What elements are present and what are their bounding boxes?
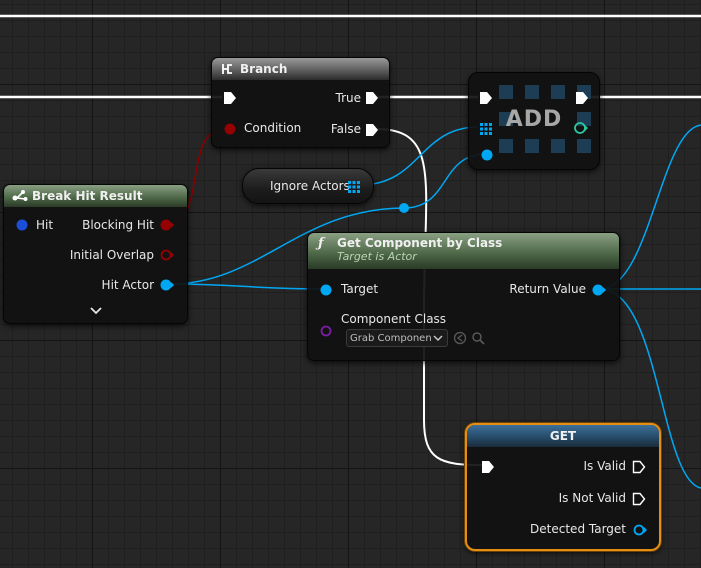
obj-wire-hitactor-target (169, 283, 327, 290)
detected-target-label: Detected Target (530, 522, 626, 536)
get-component-header: ƒ Get Component by Class Target is Actor (308, 233, 619, 269)
component-class-label: Component Class (341, 312, 447, 326)
blocking-hit-label: Blocking Hit (82, 218, 154, 232)
add-array-pin[interactable] (479, 121, 493, 135)
branch-exec-in-pin[interactable] (223, 91, 237, 105)
component-class-pin[interactable] (319, 324, 333, 338)
detected-target-pin[interactable] (632, 523, 648, 537)
expand-chevron-down-icon[interactable] (89, 306, 103, 316)
initial-overlap-pin[interactable] (159, 248, 175, 262)
get-component-subtitle: Target is Actor (337, 250, 417, 263)
break-hit-result-title: Break Hit Result (32, 189, 143, 203)
ignore-actors-array-pin[interactable] (347, 179, 361, 193)
initial-overlap-label: Initial Overlap (69, 248, 154, 262)
branch-icon (222, 64, 232, 74)
add-index-out-pin[interactable] (573, 121, 589, 135)
hit-actor-pin[interactable] (159, 278, 175, 292)
get-header: GET (467, 425, 659, 447)
dropdown-chevron-icon (433, 335, 443, 342)
branch-node[interactable]: Branch Condition True False (211, 57, 390, 148)
blocking-hit-pin[interactable] (159, 218, 175, 232)
break-struct-icon (12, 190, 28, 201)
branch-condition-label: Condition (244, 121, 302, 135)
add-item-pin[interactable] (480, 148, 494, 162)
branch-title: Branch (240, 62, 288, 76)
break-hit-result-node[interactable]: Break Hit Result Hit Blocking Hit Initia… (3, 184, 188, 324)
break-hit-result-header: Break Hit Result (4, 185, 187, 207)
get-title: GET (549, 429, 577, 443)
return-value-pin[interactable] (591, 283, 607, 297)
branch-condition-pin[interactable] (223, 122, 237, 136)
browse-search-icon[interactable] (471, 331, 485, 345)
branch-false-label: False (330, 122, 361, 136)
get-component-title: Get Component by Class (337, 236, 503, 250)
branch-false-pin[interactable] (365, 123, 379, 137)
is-not-valid-label: Is Not Valid (558, 491, 626, 505)
get-component-target-pin[interactable] (319, 283, 333, 297)
get-node[interactable]: GET Is Valid Is Not Valid Detected Targe… (465, 423, 661, 551)
branch-true-pin[interactable] (365, 91, 379, 105)
break-hit-in-label: Hit (36, 218, 54, 232)
branch-true-label: True (335, 91, 362, 105)
reroute-node[interactable] (399, 203, 409, 213)
ignore-actors-label: Ignore Actors (270, 179, 350, 193)
add-node[interactable]: ADD (468, 72, 600, 170)
add-exec-out-pin[interactable] (575, 91, 589, 105)
is-valid-label: Is Valid (583, 459, 626, 473)
branch-header: Branch (212, 58, 389, 80)
hit-actor-label: Hit Actor (101, 278, 154, 292)
add-exec-in-pin[interactable] (479, 91, 493, 105)
ignore-actors-node[interactable]: Ignore Actors (242, 168, 374, 204)
is-not-valid-pin[interactable] (632, 492, 646, 506)
is-valid-pin[interactable] (632, 460, 646, 474)
return-value-label: Return Value (509, 282, 586, 296)
get-component-by-class-node[interactable]: ƒ Get Component by Class Target is Actor… (307, 232, 620, 361)
get-component-target-label: Target (341, 282, 379, 296)
function-icon: ƒ (318, 236, 324, 251)
component-class-dropdown[interactable]: Grab Componen (346, 329, 448, 347)
use-selected-arrow-icon[interactable] (453, 331, 467, 345)
get-exec-in-pin[interactable] (481, 460, 495, 474)
component-class-value: Grab Componen (350, 332, 432, 344)
break-hit-in-pin[interactable] (15, 218, 29, 232)
